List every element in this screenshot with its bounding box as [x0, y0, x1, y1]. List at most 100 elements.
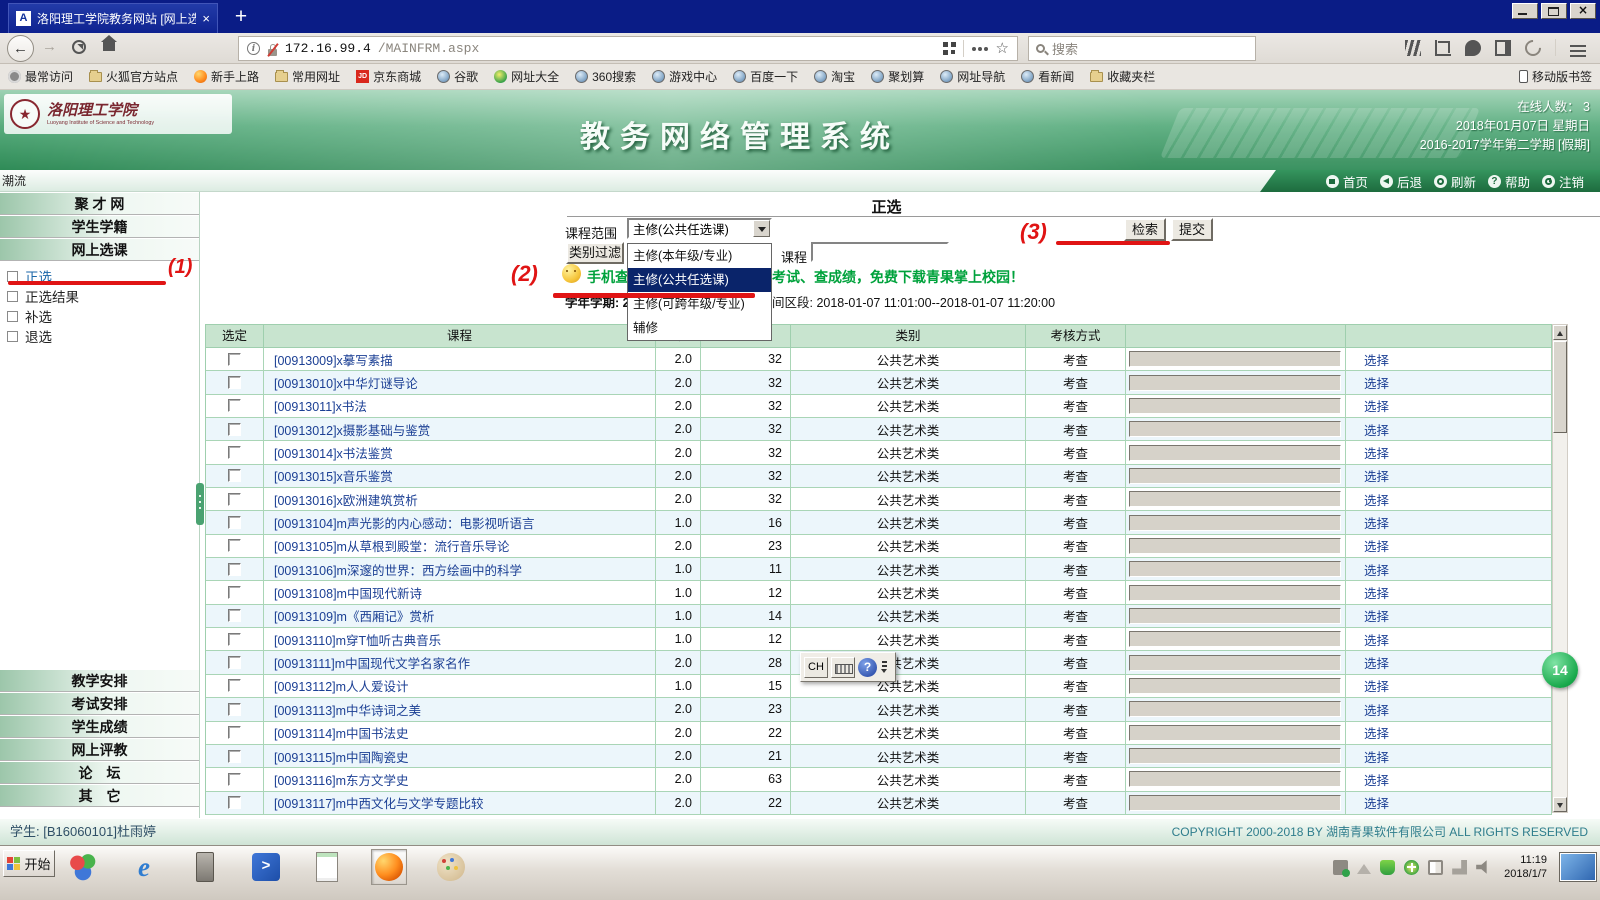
- nav-refresh[interactable]: 刷新: [1434, 172, 1476, 191]
- tree-checkbox[interactable]: [7, 331, 18, 342]
- search-bar[interactable]: 搜索: [1028, 36, 1256, 61]
- arrow-up-icon[interactable]: [1357, 864, 1371, 874]
- bookmark-item[interactable]: 淘宝: [814, 68, 855, 85]
- browser-tab[interactable]: A 洛阳理工学院教务网站 [网上选 ×: [8, 3, 218, 33]
- filter-button[interactable]: 类别过滤: [566, 242, 624, 264]
- bookmark-item[interactable]: 谷歌: [437, 68, 478, 85]
- tree-checkbox[interactable]: [7, 311, 18, 322]
- sidebar-toggle-icon[interactable]: [1495, 40, 1511, 56]
- course-link[interactable]: [00913009]x摹写素描: [264, 350, 393, 369]
- sidebar-tree-item[interactable]: 正选结果: [0, 286, 199, 306]
- sidebar-menu[interactable]: 其 它: [0, 784, 199, 807]
- course-link[interactable]: [00913113]m中华诗词之美: [264, 700, 421, 719]
- course-link[interactable]: [00913016]x欧洲建筑赏析: [264, 490, 418, 509]
- row-checkbox[interactable]: [228, 679, 241, 692]
- row-checkbox[interactable]: [228, 563, 241, 576]
- sidebar-menu[interactable]: 教学安排: [0, 669, 199, 692]
- course-link[interactable]: [00913116]m东方文学史: [264, 770, 409, 789]
- show-desktop-icon[interactable]: [1560, 853, 1596, 881]
- taskbar-notepad-button[interactable]: [310, 850, 344, 884]
- dropdown-option[interactable]: 主修(本年级/专业): [628, 244, 771, 268]
- sidebar-menu[interactable]: 考试安排: [0, 692, 199, 715]
- taskbar-ie-button[interactable]: e: [127, 850, 161, 884]
- qr-code-icon[interactable]: [943, 42, 956, 55]
- select-link[interactable]: 选择: [1346, 723, 1389, 742]
- course-link[interactable]: [00913012]x摄影基础与鉴赏: [264, 420, 430, 439]
- row-checkbox[interactable]: [228, 469, 241, 482]
- close-button[interactable]: [1570, 3, 1596, 19]
- select-link[interactable]: 选择: [1346, 466, 1389, 485]
- select-link[interactable]: 选择: [1346, 443, 1389, 462]
- clock[interactable]: 11:19 2018/1/7: [1504, 853, 1547, 881]
- course-link[interactable]: [00913010]x中华灯谜导论: [264, 373, 418, 392]
- new-tab-button[interactable]: +: [226, 3, 256, 31]
- table-scrollbar[interactable]: [1552, 324, 1568, 813]
- plus-icon[interactable]: [1404, 860, 1419, 875]
- keyboard-icon[interactable]: [831, 657, 855, 678]
- bookmark-item[interactable]: 移动版书签: [1519, 68, 1592, 85]
- start-button[interactable]: 开始: [3, 850, 55, 877]
- select-link[interactable]: 选择: [1346, 606, 1389, 625]
- menu-icon[interactable]: [1570, 50, 1586, 52]
- row-checkbox[interactable]: [228, 633, 241, 646]
- bookmark-item[interactable]: 网址大全: [494, 68, 559, 85]
- tree-link[interactable]: 补选: [25, 306, 52, 326]
- select-link[interactable]: 选择: [1346, 420, 1389, 439]
- bookmark-item[interactable]: 游戏中心: [652, 68, 717, 85]
- sidebar-tree-item[interactable]: 退选: [0, 326, 199, 346]
- row-checkbox[interactable]: [228, 796, 241, 809]
- bookmark-star-icon[interactable]: ☆: [996, 41, 1009, 56]
- shield-icon[interactable]: [1380, 860, 1395, 875]
- select-link[interactable]: 选择: [1346, 653, 1389, 672]
- course-link[interactable]: [00913117]m中西文化与文学专题比较: [264, 793, 484, 812]
- taskbar-server-button[interactable]: [188, 850, 222, 884]
- bookmark-item[interactable]: 常用网址: [275, 68, 340, 85]
- home-icon[interactable]: [103, 42, 115, 51]
- sidebar-menu[interactable]: 聚 才 网: [0, 192, 199, 215]
- sidebar-menu[interactable]: 论 坛: [0, 761, 199, 784]
- sidebar-collapse-handle[interactable]: [196, 483, 204, 525]
- dropdown-option[interactable]: 主修(公共任选课): [628, 268, 771, 292]
- bookmark-item[interactable]: 看新闻: [1021, 68, 1074, 85]
- row-checkbox[interactable]: [228, 586, 241, 599]
- select-link[interactable]: 选择: [1346, 747, 1389, 766]
- row-checkbox[interactable]: [228, 353, 241, 366]
- library-icon[interactable]: [1405, 40, 1421, 56]
- row-checkbox[interactable]: [228, 423, 241, 436]
- row-checkbox[interactable]: [228, 609, 241, 622]
- bookmark-item[interactable]: 百度一下: [733, 68, 798, 85]
- tree-checkbox[interactable]: [7, 291, 18, 302]
- taskbar-paint-button[interactable]: [434, 850, 468, 884]
- select-link[interactable]: 选择: [1346, 793, 1389, 812]
- scroll-down-icon[interactable]: [1553, 797, 1567, 812]
- course-link[interactable]: [00913104]m声光影的内心感动：电影视听语言: [264, 513, 534, 532]
- submit-button[interactable]: 提交: [1171, 218, 1213, 241]
- tree-checkbox[interactable]: [7, 271, 18, 282]
- minimize-button[interactable]: [1512, 3, 1538, 19]
- select-link[interactable]: 选择: [1346, 560, 1389, 579]
- ime-language-button[interactable]: CH: [804, 657, 828, 678]
- row-checkbox[interactable]: [228, 399, 241, 412]
- select-link[interactable]: 选择: [1346, 583, 1389, 602]
- course-link[interactable]: [00913014]x书法鉴赏: [264, 443, 393, 462]
- reload-icon[interactable]: [72, 40, 86, 54]
- nav-back[interactable]: 后退: [1380, 172, 1422, 191]
- course-link[interactable]: [00913108]m中国现代新诗: [264, 583, 422, 602]
- comment-icon[interactable]: [1465, 40, 1481, 56]
- sidebar-menu[interactable]: 学生学籍: [0, 215, 199, 238]
- tab-close-icon[interactable]: ×: [202, 11, 210, 26]
- nav-help[interactable]: 帮助: [1488, 172, 1530, 191]
- bookmark-item[interactable]: 最常访问: [8, 68, 73, 85]
- sidebar-tree-item[interactable]: 补选: [0, 306, 199, 326]
- course-link[interactable]: [00913115]m中国陶瓷史: [264, 747, 409, 766]
- course-link[interactable]: [00913015]x音乐鉴赏: [264, 466, 393, 485]
- chevron-down-icon[interactable]: [753, 220, 770, 237]
- sidebar-menu[interactable]: 学生成绩: [0, 715, 199, 738]
- sidebar-menu[interactable]: 网上评教: [0, 738, 199, 761]
- row-checkbox[interactable]: [228, 539, 241, 552]
- course-link[interactable]: [00913109]m《西厢记》赏析: [264, 606, 434, 625]
- course-link[interactable]: [00913114]m中国书法史: [264, 723, 409, 742]
- site-info-icon[interactable]: i: [247, 42, 260, 55]
- scope-select[interactable]: 主修(公共任选课): [627, 218, 772, 239]
- select-link[interactable]: 选择: [1346, 676, 1389, 695]
